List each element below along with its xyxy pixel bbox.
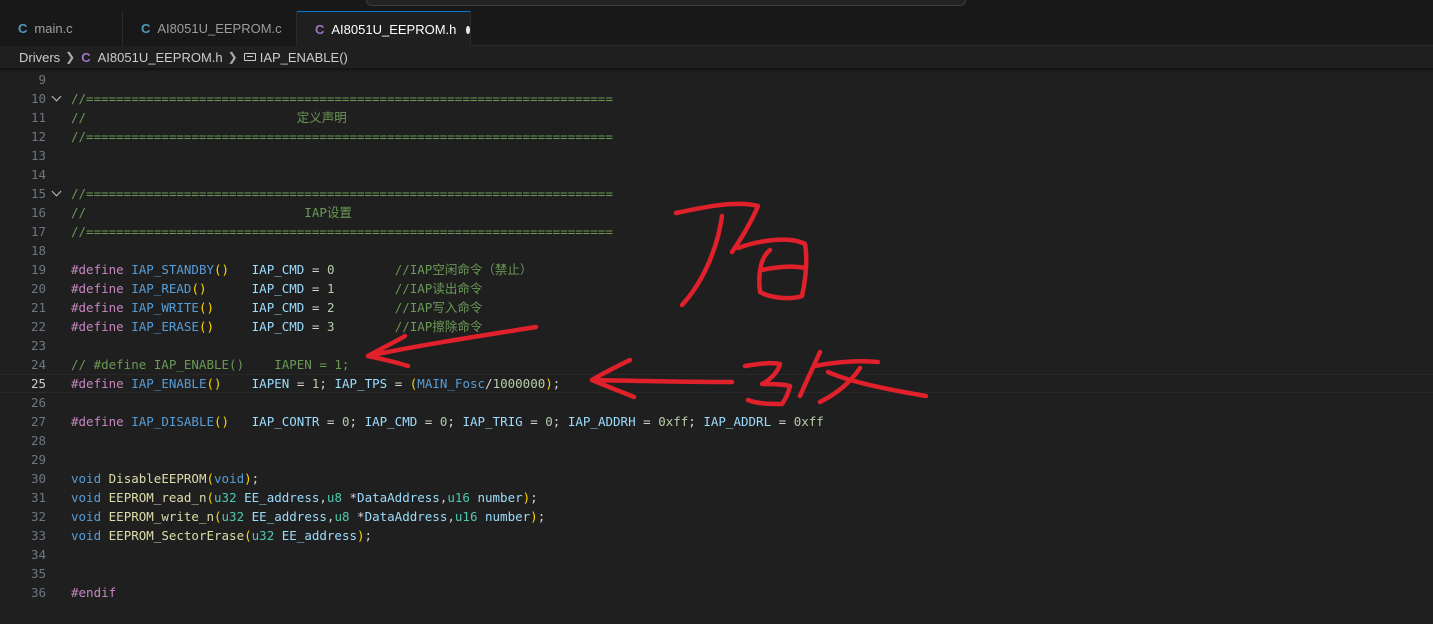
line-number: 32 [30, 509, 46, 524]
breadcrumb: Drivers ❯ C AI8051U_EEPROM.h ❯ IAP_ENABL… [0, 46, 1433, 68]
line-number: 18 [30, 243, 46, 258]
line-number: 23 [30, 338, 46, 353]
code-line: #define IAP_WRITE() IAP_CMD = 2 //IAP写入命… [71, 300, 483, 315]
chevron-right-icon: ❯ [65, 50, 76, 64]
unsaved-dot-icon[interactable] [466, 25, 470, 34]
code-line: //======================================… [71, 129, 613, 144]
header-file-icon: C [81, 49, 91, 65]
tab-eeprom-h[interactable]: C AI8051U_EEPROM.h [297, 11, 471, 47]
code-line: #define IAP_READ() IAP_CMD = 1 //IAP读出命令 [71, 281, 483, 296]
line-number: 16 [30, 205, 46, 220]
code-line: void EEPROM_read_n(u32 EE_address,u8 *Da… [71, 490, 538, 505]
line-number: 13 [30, 148, 46, 163]
line-number: 17 [30, 224, 46, 239]
line-number: 34 [30, 547, 46, 562]
code-line: #define IAP_DISABLE() IAP_CONTR = 0; IAP… [71, 414, 824, 429]
tab-label: AI8051U_EEPROM.h [331, 22, 457, 37]
symbol-macro-icon [243, 53, 256, 61]
line-number: 31 [30, 490, 46, 505]
line-number: 14 [30, 167, 46, 182]
tab-eeprom-c[interactable]: C AI8051U_EEPROM.c [123, 11, 297, 46]
line-number: 22 [30, 319, 46, 334]
code-line: void DisableEEPROM(void); [71, 471, 260, 486]
line-number: 24 [30, 357, 46, 372]
line-number: 26 [30, 395, 46, 410]
tab-bar: C main.c C AI8051U_EEPROM.c C AI8051U_EE… [0, 11, 1433, 47]
line-number: 9 [38, 72, 46, 87]
line-number: 19 [30, 262, 46, 277]
chevron-right-icon: ❯ [227, 50, 238, 64]
code-line: //======================================… [71, 91, 613, 106]
tab-label: main.c [34, 21, 73, 36]
fold-chevron-icon[interactable] [51, 91, 62, 102]
code-line: // 定义声明 [71, 110, 347, 125]
code-line: #define IAP_ERASE() IAP_CMD = 3 //IAP擦除命… [71, 319, 483, 334]
line-number: 25 [30, 376, 46, 391]
code-line: //======================================… [71, 186, 613, 201]
line-number: 35 [30, 566, 46, 581]
line-number: 36 [30, 585, 46, 600]
header-file-icon: C [315, 22, 325, 37]
line-number: 12 [30, 129, 46, 144]
breadcrumb-symbol[interactable]: IAP_ENABLE() [260, 50, 348, 65]
code-line: // #define IAP_ENABLE() IAPEN = 1; [71, 357, 350, 372]
code-line: #define IAP_STANDBY() IAP_CMD = 0 //IAP空… [71, 262, 533, 277]
code-line: // IAP设置 [71, 205, 352, 220]
line-number: 29 [30, 452, 46, 467]
tab-label: AI8051U_EEPROM.c [157, 21, 282, 36]
line-number: 33 [30, 528, 46, 543]
c-file-icon: C [18, 21, 28, 36]
c-file-icon: C [141, 21, 151, 36]
code-line: void EEPROM_write_n(u32 EE_address,u8 *D… [71, 509, 546, 524]
fold-chevron-icon[interactable] [51, 186, 62, 197]
code-editor[interactable]: 9 10 //==================================… [0, 70, 1433, 624]
breadcrumb-folder[interactable]: Drivers [19, 50, 60, 65]
line-number: 20 [30, 281, 46, 296]
breadcrumb-file[interactable]: AI8051U_EEPROM.h [98, 50, 223, 65]
line-number: 11 [30, 110, 46, 125]
code-line-current: #define IAP_ENABLE() IAPEN = 1; IAP_TPS … [71, 376, 561, 391]
code-line: #endif [71, 585, 117, 600]
line-number: 28 [30, 433, 46, 448]
line-number: 30 [30, 471, 46, 486]
code-line: void EEPROM_SectorErase(u32 EE_address); [71, 528, 373, 543]
line-number: 10 [30, 91, 46, 106]
line-number: 15 [30, 186, 46, 201]
line-number: 27 [30, 414, 46, 429]
code-line: //======================================… [71, 224, 613, 239]
tab-main-c[interactable]: C main.c [0, 11, 123, 46]
command-center[interactable] [366, 0, 966, 6]
line-number: 21 [30, 300, 46, 315]
